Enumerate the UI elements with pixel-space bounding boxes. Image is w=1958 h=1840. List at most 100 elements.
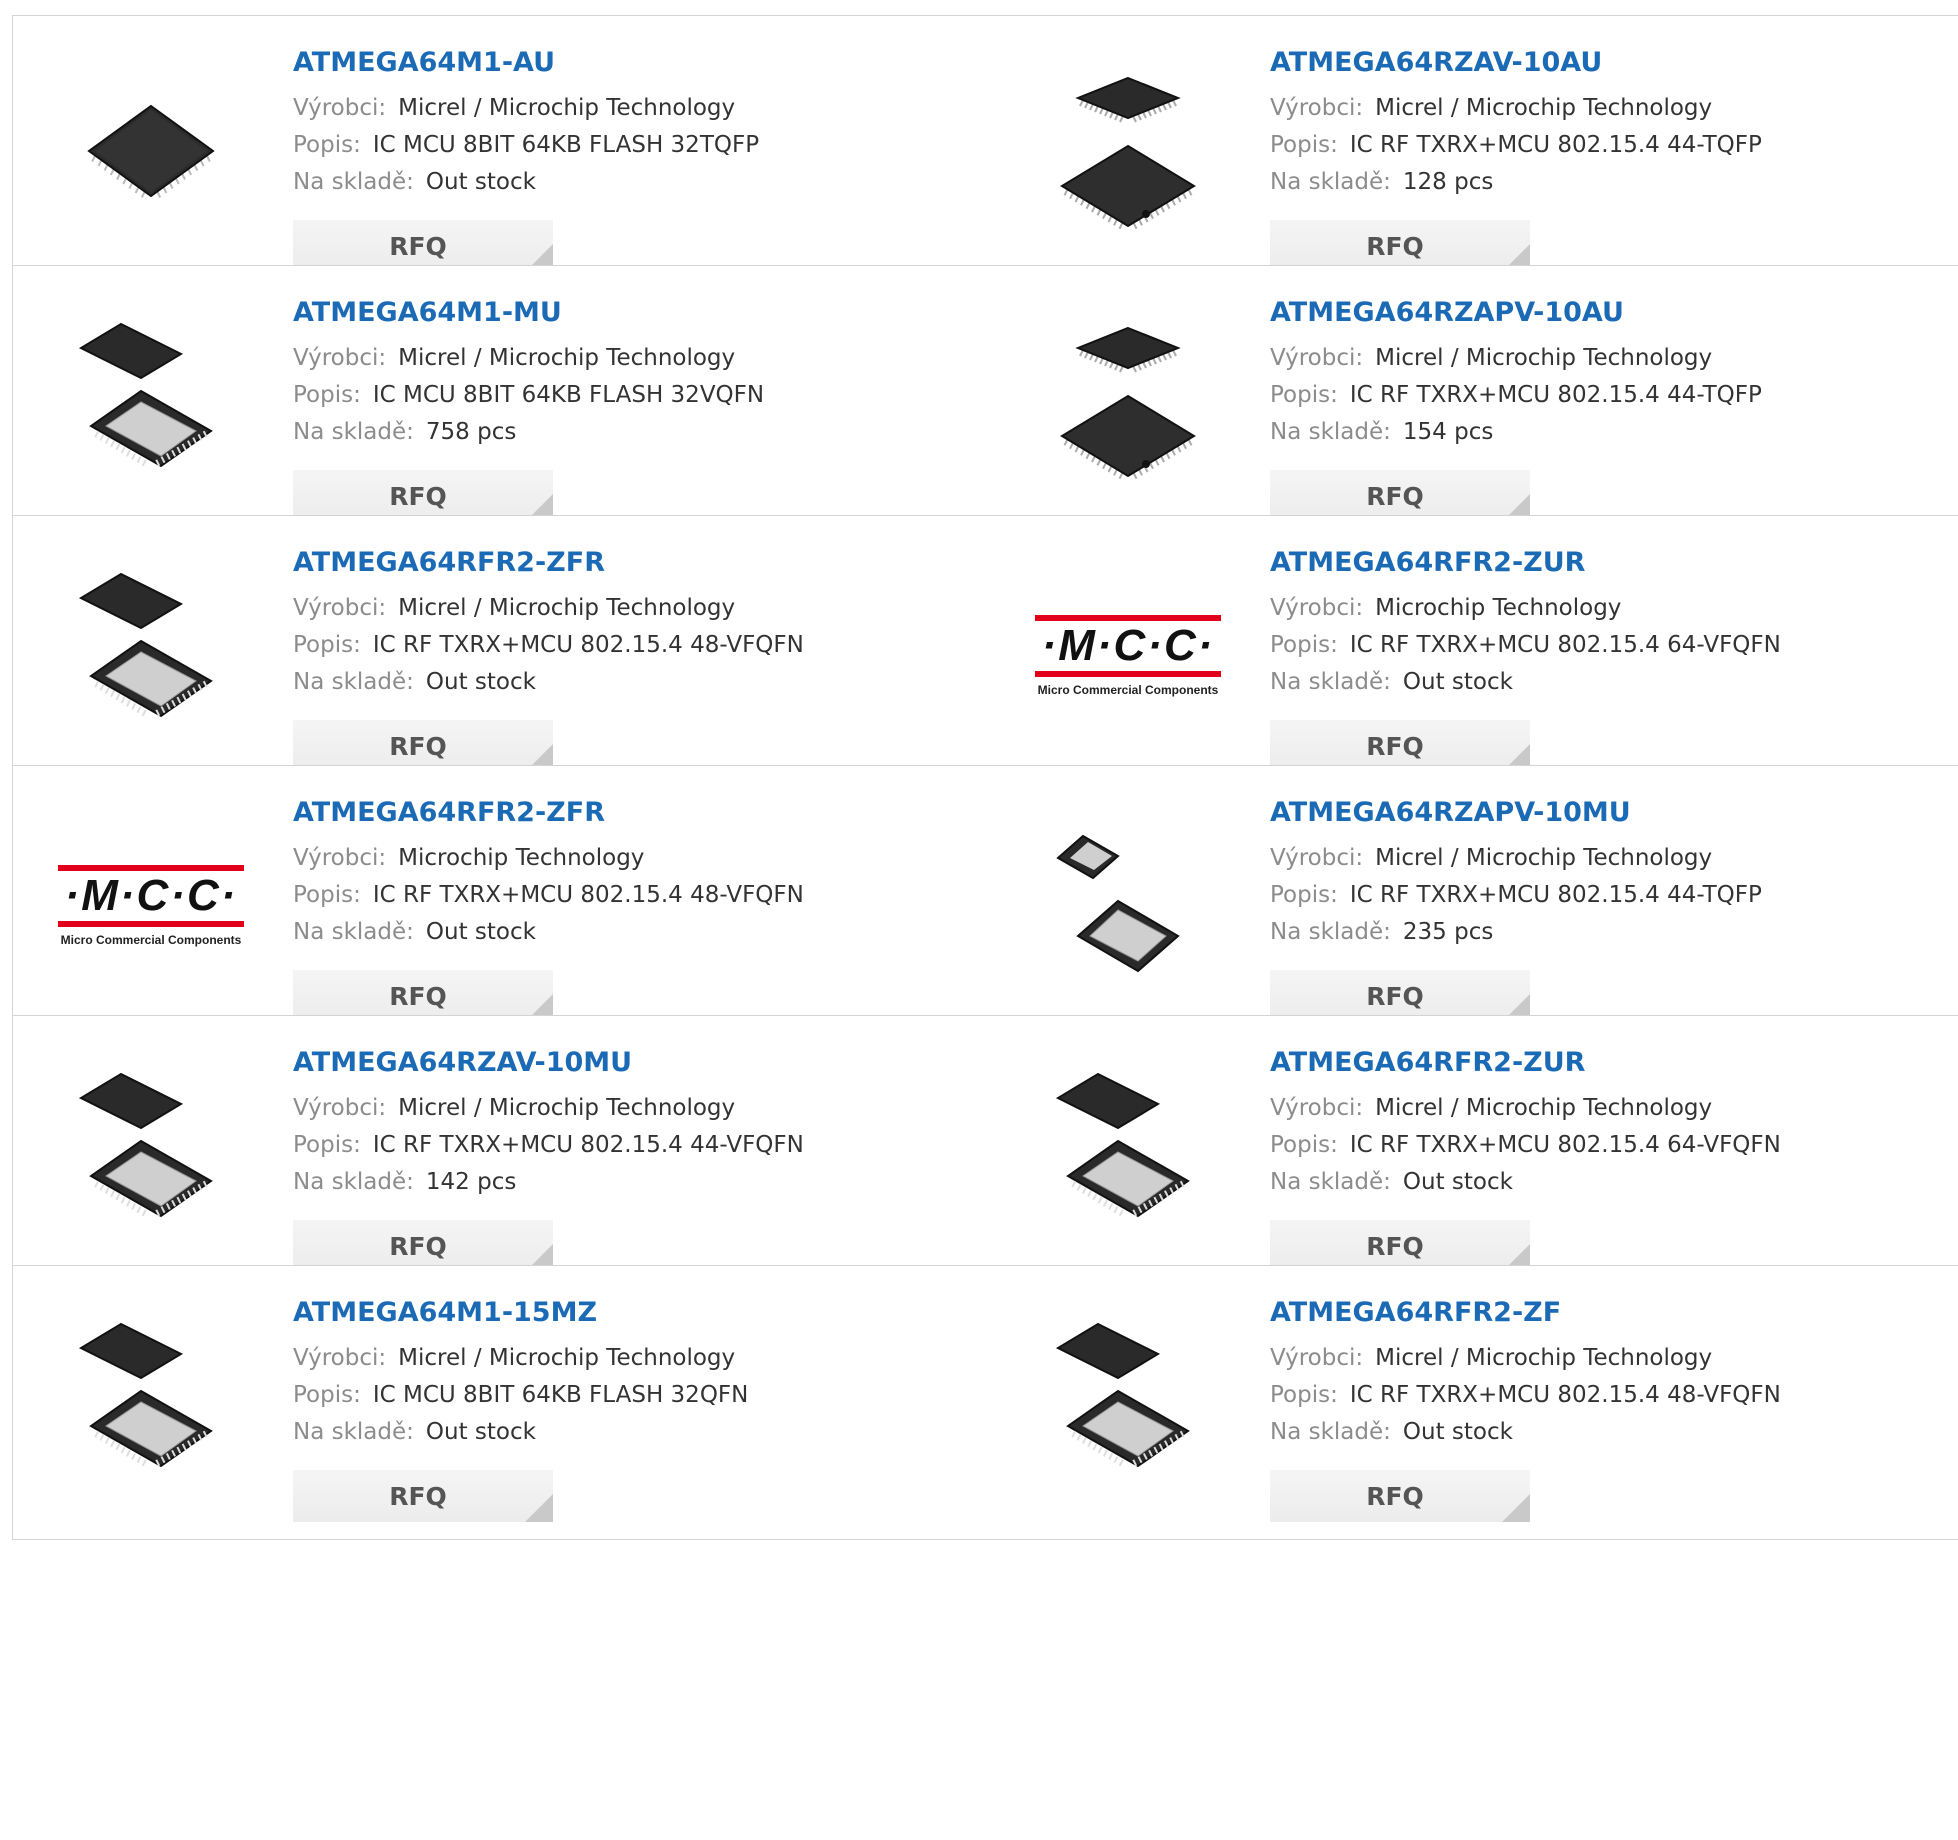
- manufacturer-row: Výrobci: Microchip Technology: [1270, 590, 1781, 627]
- rfq-label: RFQ: [389, 1231, 447, 1261]
- part-number-link[interactable]: ATMEGA64M1-15MZ: [293, 1296, 748, 1330]
- stock-value: 142 pcs: [425, 1169, 517, 1195]
- product-card: ATMEGA64RFR2-ZFR Výrobci: Micrel / Microc…: [12, 515, 991, 790]
- product-image[interactable]: ·M·C·C· Micro Commercial Components: [51, 806, 251, 1006]
- product-image[interactable]: [51, 56, 251, 256]
- product-image[interactable]: [1028, 1306, 1228, 1506]
- description-row: Popis: IC RF TXRX+MCU 802.15.4 44-TQFP: [1270, 877, 1762, 914]
- description-row: Popis: IC RF TXRX+MCU 802.15.4 44-TQFP: [1270, 127, 1762, 164]
- part-number-link[interactable]: ATMEGA64RFR2-ZUR: [1270, 546, 1781, 580]
- description-value: IC RF TXRX+MCU 802.15.4 64-VFQFN: [1349, 1132, 1781, 1158]
- product-image[interactable]: [51, 556, 251, 756]
- description-label: Popis:: [1270, 882, 1338, 908]
- stock-label: Na skladě:: [293, 919, 414, 945]
- manufacturer-label: Výrobci:: [1270, 95, 1364, 121]
- description-value: IC RF TXRX+MCU 802.15.4 44-TQFP: [1349, 382, 1762, 408]
- stock-value: Out stock: [425, 169, 536, 195]
- part-number-link[interactable]: ATMEGA64RFR2-ZF: [1270, 1296, 1781, 1330]
- stock-row: Na skladě: Out stock: [293, 164, 759, 201]
- rfq-button[interactable]: RFQ: [293, 1470, 553, 1522]
- mcc-logo-text: ·M·C·C·: [1041, 621, 1215, 670]
- manufacturer-row: Výrobci: Micrel / Microchip Technology: [293, 1340, 748, 1377]
- stock-label: Na skladě:: [1270, 1419, 1391, 1445]
- rfq-label: RFQ: [1366, 1481, 1424, 1511]
- rfq-label: RFQ: [1366, 231, 1424, 261]
- stock-row: Na skladě: Out stock: [293, 664, 804, 701]
- stock-value: 235 pcs: [1402, 919, 1494, 945]
- part-number-link[interactable]: ATMEGA64M1-AU: [293, 46, 759, 80]
- product-image[interactable]: [1028, 306, 1228, 506]
- part-number-link[interactable]: ATMEGA64RZAPV-10MU: [1270, 796, 1762, 830]
- stock-label: Na skladě:: [293, 669, 414, 695]
- description-label: Popis:: [1270, 382, 1338, 408]
- stock-label: Na skladě:: [1270, 1169, 1391, 1195]
- manufacturer-label: Výrobci:: [293, 95, 387, 121]
- product-image[interactable]: [51, 1306, 251, 1506]
- manufacturer-row: Výrobci: Micrel / Microchip Technology: [1270, 340, 1762, 377]
- description-value: IC RF TXRX+MCU 802.15.4 48-VFQFN: [1349, 1382, 1781, 1408]
- manufacturer-row: Výrobci: Micrel / Microchip Technology: [293, 590, 804, 627]
- manufacturer-value: Micrel / Microchip Technology: [398, 1095, 736, 1121]
- stock-value: Out stock: [425, 669, 536, 695]
- rfq-label: RFQ: [389, 231, 447, 261]
- stock-value: Out stock: [425, 919, 536, 945]
- product-image[interactable]: [51, 1056, 251, 1256]
- stock-label: Na skladě:: [293, 419, 414, 445]
- part-number-link[interactable]: ATMEGA64M1-MU: [293, 296, 764, 330]
- part-number-link[interactable]: ATMEGA64RFR2-ZFR: [293, 796, 804, 830]
- manufacturer-label: Výrobci:: [293, 595, 387, 621]
- product-image[interactable]: ·M·C·C· Micro Commercial Components: [1028, 556, 1228, 756]
- product-info: ATMEGA64RFR2-ZUR Výrobci: Microchip Techn…: [1270, 546, 1781, 701]
- tqfp-pair-icon: [1060, 326, 1196, 480]
- tqfp-pair-icon: [1060, 76, 1196, 230]
- manufacturer-label: Výrobci:: [1270, 1095, 1364, 1121]
- stock-label: Na skladě:: [293, 1419, 414, 1445]
- part-number-link[interactable]: ATMEGA64RFR2-ZUR: [1270, 1046, 1781, 1080]
- manufacturer-value: Micrel / Microchip Technology: [1375, 845, 1713, 871]
- stock-row: Na skladě: Out stock: [293, 1414, 748, 1451]
- qfn-pair-icon: [78, 1322, 213, 1468]
- description-value: IC RF TXRX+MCU 802.15.4 64-VFQFN: [1349, 632, 1781, 658]
- description-label: Popis:: [1270, 132, 1338, 158]
- rfq-label: RFQ: [389, 481, 447, 511]
- mcc-logo-text: ·M·C·C·: [64, 871, 238, 920]
- part-number-link[interactable]: ATMEGA64RZAV-10MU: [293, 1046, 804, 1080]
- stock-label: Na skladě:: [293, 169, 414, 195]
- description-row: Popis: IC RF TXRX+MCU 802.15.4 48-VFQFN: [1270, 1377, 1781, 1414]
- description-row: Popis: IC RF TXRX+MCU 802.15.4 48-VFQFN: [293, 877, 804, 914]
- product-card: ATMEGA64M1-15MZ Výrobci: Micrel / Microch…: [12, 1265, 991, 1540]
- manufacturer-label: Výrobci:: [1270, 1345, 1364, 1371]
- manufacturer-value: Micrel / Microchip Technology: [398, 1345, 736, 1371]
- stock-value: Out stock: [1402, 1169, 1513, 1195]
- product-image[interactable]: [1028, 1056, 1228, 1256]
- corner-triangle-icon: [525, 1494, 553, 1522]
- corner-triangle-icon: [1502, 1494, 1530, 1522]
- part-number-link[interactable]: ATMEGA64RZAV-10AU: [1270, 46, 1762, 80]
- mcc-logo-subtitle: Micro Commercial Components: [1037, 683, 1219, 697]
- qfn-small-pair-icon: [1056, 834, 1180, 973]
- description-label: Popis:: [1270, 1382, 1338, 1408]
- product-info: ATMEGA64M1-AU Výrobci: Micrel / Microchip…: [293, 46, 759, 201]
- manufacturer-value: Microchip Technology: [398, 845, 645, 871]
- product-image[interactable]: [1028, 806, 1228, 1006]
- product-image[interactable]: [51, 306, 251, 506]
- product-card: ATMEGA64M1-MU Výrobci: Micrel / Microchip…: [12, 265, 991, 540]
- part-number-link[interactable]: ATMEGA64RZAPV-10AU: [1270, 296, 1762, 330]
- manufacturer-value: Micrel / Microchip Technology: [398, 345, 736, 371]
- stock-label: Na skladě:: [1270, 419, 1391, 445]
- product-info: ATMEGA64RFR2-ZFR Výrobci: Microchip Techn…: [293, 796, 804, 951]
- product-info: ATMEGA64RZAV-10MU Výrobci: Micrel / Micro…: [293, 1046, 804, 1201]
- description-label: Popis:: [1270, 1132, 1338, 1158]
- rfq-button[interactable]: RFQ: [1270, 1470, 1530, 1522]
- stock-value: 758 pcs: [425, 419, 517, 445]
- manufacturer-value: Micrel / Microchip Technology: [1375, 1095, 1713, 1121]
- manufacturer-row: Výrobci: Micrel / Microchip Technology: [1270, 1340, 1781, 1377]
- manufacturer-label: Výrobci:: [293, 1345, 387, 1371]
- manufacturer-row: Výrobci: Micrel / Microchip Technology: [1270, 1090, 1781, 1127]
- product-image[interactable]: [1028, 56, 1228, 256]
- product-card: ATMEGA64RZAV-10MU Výrobci: Micrel / Micro…: [12, 1015, 991, 1290]
- part-number-link[interactable]: ATMEGA64RFR2-ZFR: [293, 546, 804, 580]
- qfn-pair-icon: [1055, 1072, 1190, 1218]
- stock-row: Na skladě: 154 pcs: [1270, 414, 1762, 451]
- product-info: ATMEGA64M1-MU Výrobci: Micrel / Microchip…: [293, 296, 764, 451]
